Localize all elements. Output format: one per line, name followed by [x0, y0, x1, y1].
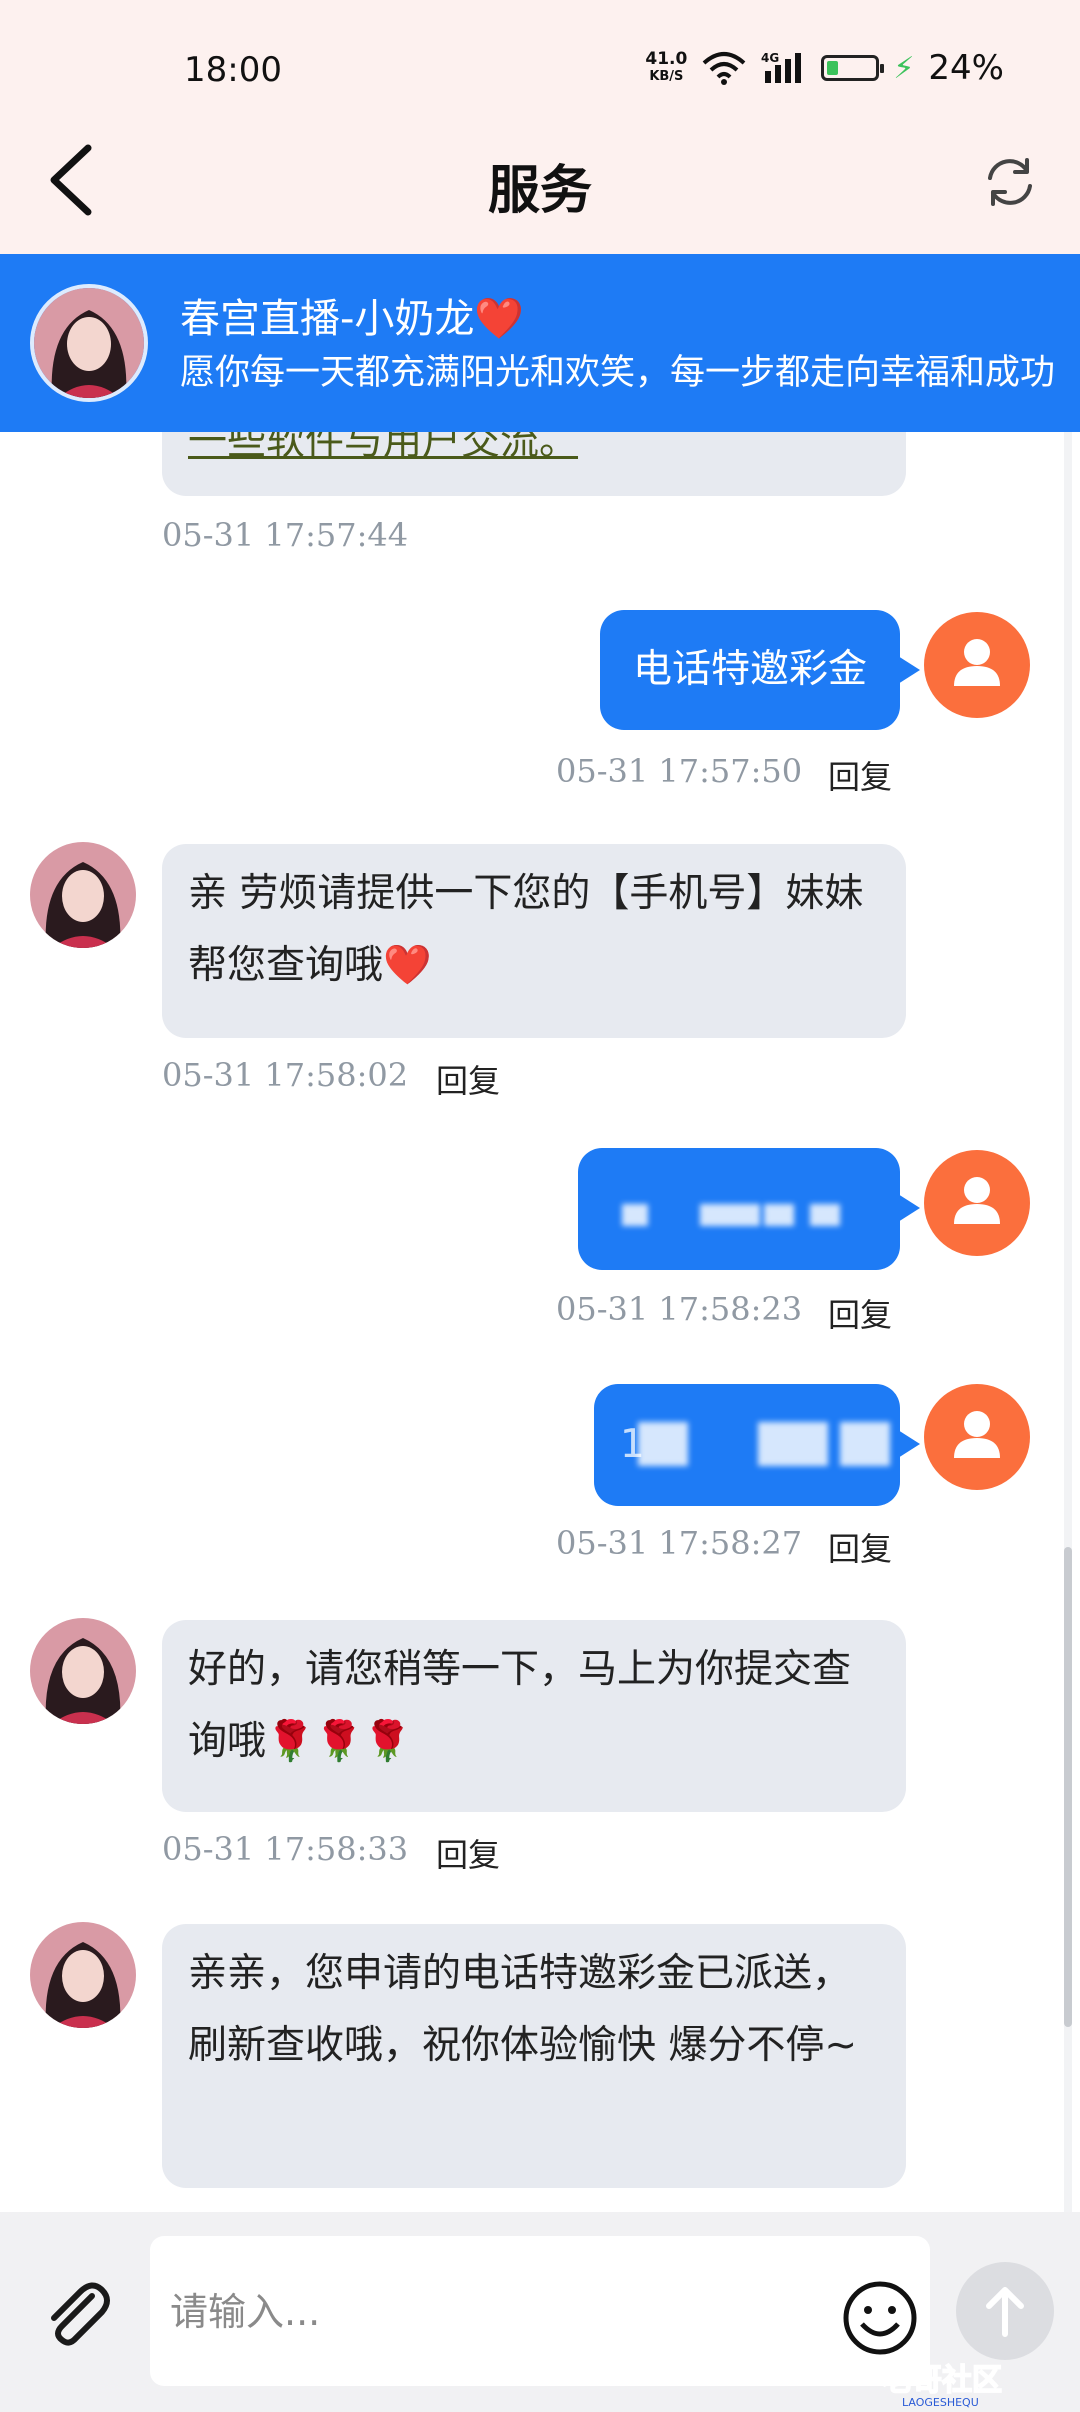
refresh-icon[interactable] — [980, 152, 1040, 212]
top-bar: 18:00 41.0 KB/S 4G ⚡ 24% 服务 — [0, 0, 1080, 254]
watermark-subtext: LAOGESHEQU — [902, 2396, 979, 2409]
agent-motto: 愿你每一天都充满阳光和欢笑，每一步都走向幸福和成功 — [180, 353, 1056, 393]
network-speed: 41.0 KB/S — [645, 50, 687, 86]
charging-icon: ⚡ — [893, 50, 915, 86]
redaction-blur — [622, 1204, 648, 1226]
reply-button[interactable]: 回复 — [828, 752, 892, 798]
redaction-blur — [638, 1422, 688, 1466]
user-avatar — [924, 1384, 1030, 1490]
message-timestamp: 05-31 17:58:23 — [556, 1290, 803, 1328]
message-input[interactable] — [168, 2276, 792, 2348]
watermark-text: 老哥社区 — [882, 2363, 1002, 2398]
message-text: 亲亲，您申请的电话特邀彩金已派送，刷新查收哦，祝你体验愉快 爆分不停~ — [188, 1951, 858, 2068]
status-icons: 41.0 KB/S 4G ⚡ 24% — [645, 48, 1004, 88]
page-title: 服务 — [487, 161, 592, 221]
battery-level-fill — [827, 61, 839, 75]
message-timestamp: 05-31 17:58:02 — [162, 1056, 409, 1094]
agent-name: 春宫直播-小奶龙❤️ — [180, 296, 525, 342]
watermark-logo: 老哥社区 LAOGESHEQU — [881, 2362, 1003, 2409]
scrollbar-thumb[interactable] — [1064, 1547, 1072, 2027]
reply-button[interactable]: 回复 — [436, 1830, 500, 1876]
user-icon — [954, 1177, 1000, 1224]
message-text: 亲 劳烦请提供一下您的【手机号】妹妹帮您查询哦❤️ — [188, 871, 864, 988]
chat-message-list[interactable]: 一些软件与用户交流。 05-31 17:57:44 电话特邀彩金 05-31 1… — [0, 432, 1080, 2212]
user-icon — [954, 1411, 1000, 1458]
battery-icon — [821, 55, 885, 81]
agent-avatar-small — [30, 1922, 136, 2028]
redaction-blur — [700, 1204, 760, 1226]
svg-text:4G: 4G — [761, 51, 779, 65]
reply-button[interactable]: 回复 — [828, 1524, 892, 1570]
agent-avatar — [30, 284, 148, 402]
message-text: 电话特邀彩金 — [632, 647, 867, 692]
paperclip-icon[interactable] — [36, 2274, 116, 2354]
chat-scrollbar[interactable] — [1064, 432, 1072, 2212]
redaction-blur — [810, 1204, 840, 1226]
user-icon — [954, 639, 1000, 686]
wifi-icon — [703, 52, 746, 85]
message-bubble-outgoing: 电话特邀彩金 — [600, 610, 920, 730]
redaction-blur — [758, 1422, 828, 1466]
arrow-up-icon — [986, 2287, 1024, 2337]
message-bubble-incoming: 亲 劳烦请提供一下您的【手机号】妹妹帮您查询哦❤️ — [162, 844, 906, 1038]
user-avatar — [924, 612, 1030, 718]
user-avatar — [924, 1150, 1030, 1256]
status-time: 18:00 — [184, 50, 282, 90]
redaction-blur — [840, 1422, 890, 1466]
agent-banner: 春宫直播-小奶龙❤️ 愿你每一天都充满阳光和欢笑，每一步都走向幸福和成功 — [0, 254, 1080, 432]
battery-percent: 24% — [928, 48, 1004, 88]
send-button[interactable] — [956, 2262, 1054, 2360]
network-speed-unit: KB/S — [649, 69, 684, 84]
message-text: 一些软件与用户交流。 — [188, 432, 579, 464]
agent-avatar-small — [30, 842, 136, 948]
message-timestamp: 05-31 17:58:27 — [556, 1524, 803, 1562]
message-bubble-incoming: 亲亲，您申请的电话特邀彩金已派送，刷新查收哦，祝你体验愉快 爆分不停~ — [162, 1924, 906, 2188]
message-timestamp: 05-31 17:57:50 — [556, 752, 803, 790]
message-timestamp: 05-31 17:57:44 — [162, 516, 409, 554]
reply-button[interactable]: 回复 — [436, 1056, 500, 1102]
emoji-icon[interactable] — [840, 2278, 920, 2358]
message-bubble-incoming: 好的，请您稍等一下，马上为你提交查询哦🌹🌹🌹 — [162, 1620, 906, 1812]
message-timestamp: 05-31 17:58:33 — [162, 1830, 409, 1868]
reply-button[interactable]: 回复 — [828, 1290, 892, 1336]
message-text: 好的，请您稍等一下，马上为你提交查询哦🌹🌹🌹 — [188, 1647, 852, 1764]
network-speed-value: 41.0 — [645, 49, 688, 69]
redaction-blur — [764, 1204, 794, 1226]
agent-avatar-small — [30, 1618, 136, 1724]
message-bubble-incoming: 一些软件与用户交流。 — [162, 432, 906, 496]
message-input-container — [150, 2236, 930, 2386]
cellular-signal-icon: 4G — [761, 51, 802, 83]
